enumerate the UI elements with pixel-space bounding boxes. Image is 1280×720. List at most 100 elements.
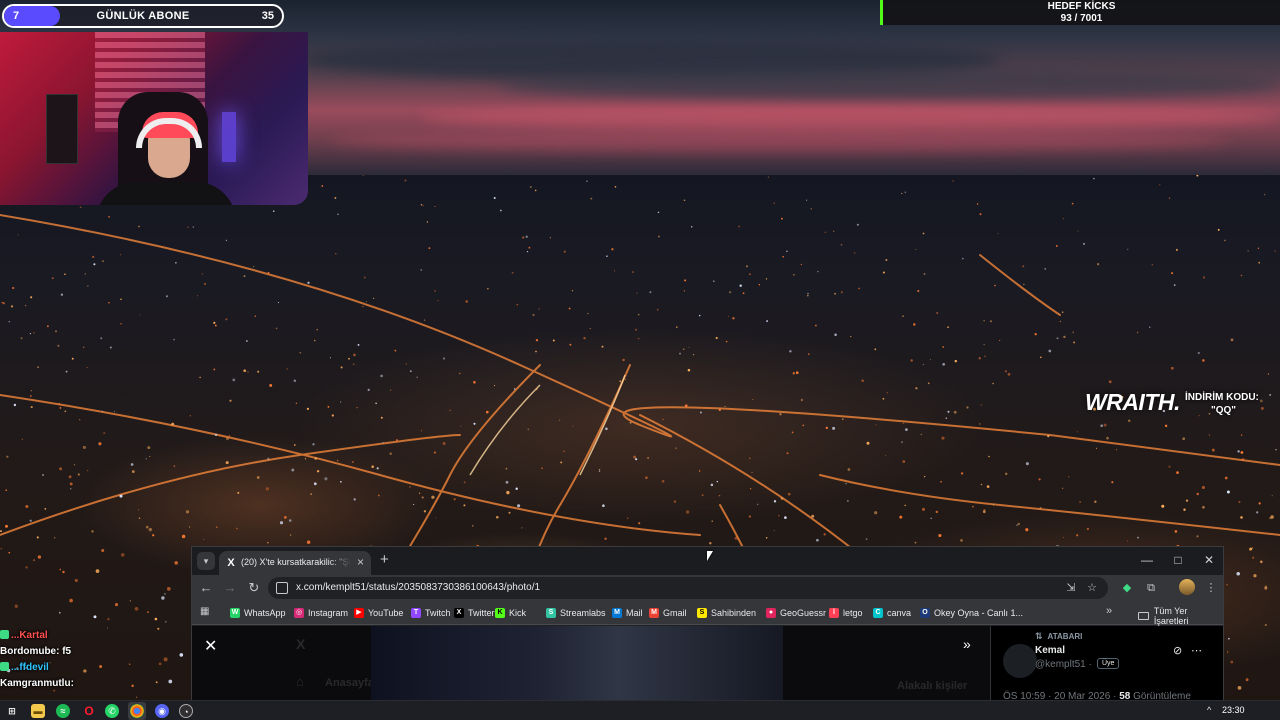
extensions-puzzle-icon[interactable]: ⧉ xyxy=(1142,580,1160,596)
bookmark-gmail[interactable]: M Gmail xyxy=(649,606,687,620)
maximize-icon[interactable]: □ xyxy=(1163,550,1193,570)
stream-chat: ...Kartal Bordomube: f5 ...ffdevil Kamgr… xyxy=(0,630,110,694)
grok-icon[interactable]: ⊘ xyxy=(1173,644,1182,657)
okey-oyna-canl-1-icon: O xyxy=(920,608,930,618)
site-info-icon[interactable] xyxy=(276,582,288,594)
forward-arrow-icon[interactable]: → xyxy=(220,579,240,597)
tab-search-chevron-icon[interactable]: ▾ xyxy=(197,552,215,570)
twitch-icon: T xyxy=(411,608,421,618)
back-arrow-icon[interactable]: ← xyxy=(196,579,216,597)
bookmark-instagram[interactable]: ◎ Instagram xyxy=(294,606,348,620)
chrome-window[interactable]: ▾ X (20) X'te kursatkarakilic: "ŞU AN × … xyxy=(191,546,1224,702)
geoguessr-icon: ● xyxy=(766,608,776,618)
chat-message: Bordomube: f5 xyxy=(0,646,72,657)
chat-badge-icon xyxy=(0,662,9,671)
whatsapp-icon: W xyxy=(230,608,240,618)
bookmark-streamlabs[interactable]: S Streamlabs xyxy=(546,606,606,620)
bookmark-whatsapp[interactable]: W WhatsApp xyxy=(230,606,286,620)
whatsapp-icon[interactable]: ✆ xyxy=(105,704,119,718)
chrome-icon[interactable] xyxy=(130,704,144,718)
tab-close-icon[interactable]: × xyxy=(357,555,364,569)
more-bookmarks-chevron-icon[interactable]: » xyxy=(1106,605,1112,617)
repost-indicator: ⇅ ATABARI xyxy=(1035,631,1083,641)
windows-start-icon[interactable]: ⊞ xyxy=(5,704,19,718)
discount-code: "QQ" xyxy=(1211,405,1237,416)
gmail-icon: M xyxy=(649,608,659,618)
minimize-icon[interactable]: — xyxy=(1132,550,1162,570)
chat-message: ...ffdevil xyxy=(0,662,110,678)
bookmark-twitter[interactable]: X Twitter xyxy=(454,606,495,620)
opera-icon[interactable]: O xyxy=(82,704,96,718)
window-close-icon[interactable]: ✕ xyxy=(1194,550,1223,570)
file-explorer-icon[interactable]: ▬ xyxy=(31,704,45,718)
folder-icon xyxy=(1138,612,1149,620)
chat-message: ...Kartal xyxy=(0,630,110,646)
tab-x-post[interactable]: X (20) X'te kursatkarakilic: "ŞU AN × xyxy=(219,551,371,575)
kicks-goal-value: 93 / 7001 xyxy=(1060,13,1103,24)
streamlabs-icon: S xyxy=(546,608,556,618)
profile-avatar[interactable] xyxy=(1179,579,1195,595)
x-logo-ghost-icon: X xyxy=(296,636,306,652)
discord-icon[interactable]: ◉ xyxy=(155,704,169,718)
expand-sidebar-icon[interactable]: » xyxy=(963,636,971,652)
canva-icon: C xyxy=(873,608,883,618)
install-app-icon[interactable]: ⇲ xyxy=(1062,580,1080,596)
bookmark-mail[interactable]: M Mail xyxy=(612,606,643,620)
bookmark-star-icon[interactable]: ☆ xyxy=(1083,580,1101,596)
more-options-icon[interactable]: ⋯ xyxy=(1191,644,1202,657)
discount-code-label: İNDİRİM KODU: xyxy=(1185,392,1259,403)
tray-expand-chevron-icon[interactable]: ^ xyxy=(1207,705,1211,715)
bookmark-youtube[interactable]: ▶ YouTube xyxy=(354,606,403,620)
author-name[interactable]: Kemal xyxy=(1035,645,1065,656)
tweet-sidebar: ⇅ ATABARI Kemal @kemplt51 · Üye ⊘ ⋯ ÖS 1… xyxy=(990,626,1223,701)
ghost-related-label: Alakalı kişiler xyxy=(897,680,968,692)
taskbar-clock[interactable]: 23:30 xyxy=(1222,705,1245,715)
bookmark-sahibinden[interactable]: S Sahibinden xyxy=(697,606,756,620)
bookmark-okey-oyna-canlı-1[interactable]: O Okey Oyna - Canlı 1... xyxy=(920,606,1023,620)
photo-viewer: X ⌂ Anasayfa Alakalı kişiler ✕ » xyxy=(192,626,990,701)
apps-grid-icon[interactable]: ▦ xyxy=(200,606,212,618)
bookmark-twitch[interactable]: T Twitch xyxy=(411,606,451,620)
repost-icon: ⇅ xyxy=(1035,631,1043,641)
bookmark-letgo[interactable]: l letgo xyxy=(829,606,863,620)
sponsor-banner: WRAITH. İNDİRİM KODU: "QQ" xyxy=(1085,389,1275,423)
url-text[interactable]: x.com/kemplt51/status/203508373038610064… xyxy=(296,582,540,593)
author-avatar[interactable] xyxy=(1003,644,1037,678)
windows-taskbar: ⊞ ▬ ≈ O ✆ ◉ ◔ ^ 23:30 xyxy=(0,700,1280,720)
address-bar[interactable]: x.com/kemplt51/status/203508373038610064… xyxy=(268,577,1108,599)
new-tab-plus-icon[interactable]: + xyxy=(380,551,389,568)
sub-goal-target: 35 xyxy=(261,10,274,22)
viewed-photo xyxy=(371,626,783,701)
sub-goal-title: GÜNLÜK ABONE xyxy=(96,10,190,22)
subscriber-badge: Üye xyxy=(1097,658,1120,669)
bookmark-kick[interactable]: K Kick xyxy=(495,606,526,620)
kick-icon: K xyxy=(495,608,505,618)
bookmark-canva[interactable]: Ccanva xyxy=(873,606,911,620)
extension-shield-icon[interactable]: ◆ xyxy=(1118,580,1136,596)
mail-icon: M xyxy=(612,608,622,618)
bookmark-geoguessr[interactable]: ● GeoGuessr xyxy=(766,606,826,620)
daily-sub-goal-bar: 7 GÜNLÜK ABONE 35 xyxy=(2,4,284,28)
reload-icon[interactable]: ↻ xyxy=(244,579,264,597)
x-logo-icon: X xyxy=(227,557,235,569)
menu-kebab-icon[interactable]: ⋮ xyxy=(1202,580,1220,596)
kicks-goal-widget: HEDEF KİCKS 93 / 7001 xyxy=(880,0,1280,25)
streamer-webcam xyxy=(0,32,308,205)
spotify-icon[interactable]: ≈ xyxy=(56,704,70,718)
chat-badge-icon xyxy=(0,630,9,639)
close-viewer-icon[interactable]: ✕ xyxy=(204,636,217,656)
home-ghost-icon: ⌂ xyxy=(296,674,304,689)
sahibinden-icon: S xyxy=(697,608,707,618)
kicks-goal-title: HEDEF KİCKS xyxy=(1047,1,1116,12)
obs-icon[interactable]: ◔ xyxy=(179,704,193,718)
mouse-cursor-icon xyxy=(707,551,713,561)
browser-toolbar: ← → ↻ x.com/kemplt51/status/203508373038… xyxy=(192,575,1223,601)
page-content: X ⌂ Anasayfa Alakalı kişiler ✕ » ⇅ ATABA… xyxy=(192,626,1223,701)
all-bookmarks-button[interactable]: Tüm Yer İşaretleri xyxy=(1138,606,1223,626)
youtube-icon: ▶ xyxy=(354,608,364,618)
twitter-icon: X xyxy=(454,608,464,618)
author-handle[interactable]: @kemplt51 · xyxy=(1035,659,1092,670)
tab-title: (20) X'te kursatkarakilic: "ŞU AN xyxy=(241,557,351,567)
letgo-icon: l xyxy=(829,608,839,618)
instagram-icon: ◎ xyxy=(294,608,304,618)
